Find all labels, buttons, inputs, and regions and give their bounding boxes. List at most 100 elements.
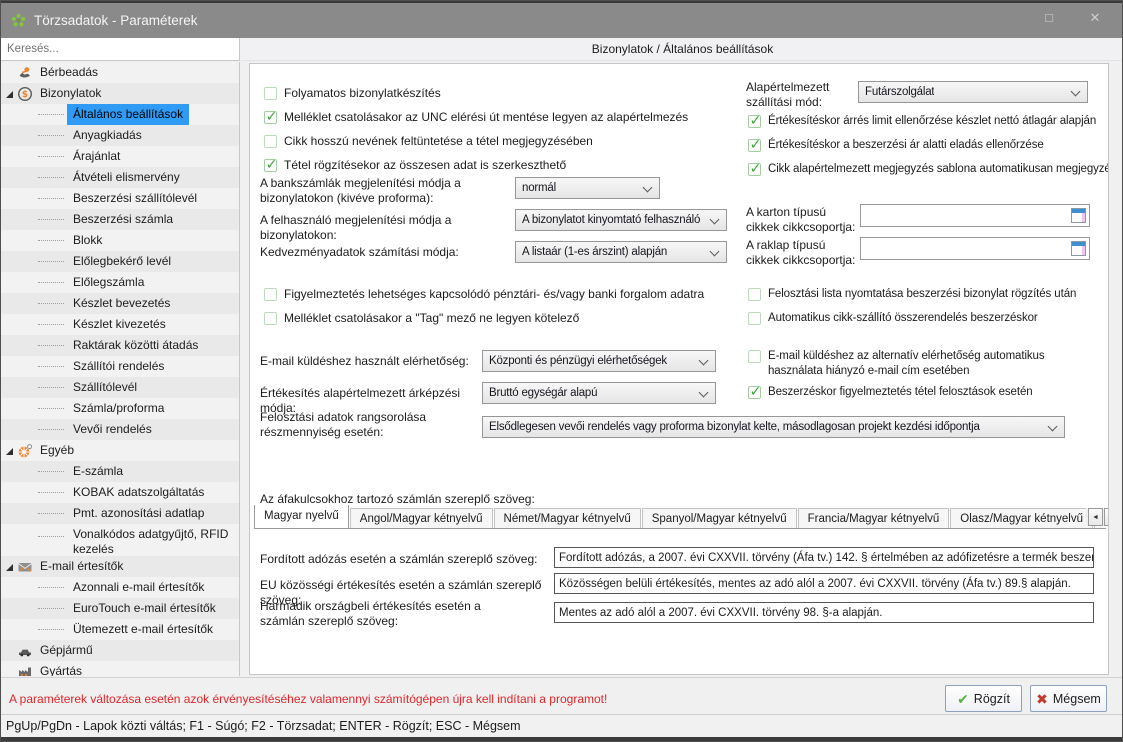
sidebar-item-egyeb[interactable]: Egyéb bbox=[1, 440, 239, 461]
tree-leader bbox=[38, 177, 64, 178]
email-contact-label: E-mail küldéshez használt elérhetőség: bbox=[260, 354, 490, 369]
check-icon: ✓ bbox=[750, 163, 762, 173]
pricing-mode-select[interactable]: Bruttó egységár alapú bbox=[482, 382, 716, 404]
sidebar-item-gepjarmu[interactable]: Gépjármű bbox=[1, 640, 239, 661]
select-value: Bruttó egységár alapú bbox=[489, 387, 597, 399]
checkbox-cikk-megjegyzes-sablon[interactable]: ✓ Cikk alapértelmezett megjegyzés sablon… bbox=[748, 162, 1109, 177]
footer-separator bbox=[1, 677, 1122, 678]
tree-leader bbox=[38, 629, 64, 630]
tab-angol-magyar[interactable]: Angol/Magyar kétnyelvű bbox=[350, 508, 493, 528]
checkbox-email-alternativ[interactable]: ✓ E-mail küldéshez az alternatív elérhet… bbox=[748, 349, 1086, 379]
sidebar-item-atveteli-elismerveny[interactable]: Átvételi elismervény bbox=[1, 167, 239, 188]
sidebar-item-utemezett-email[interactable]: Ütemezett e-mail értesítők bbox=[1, 619, 239, 640]
sidebar-item-bizonylatok[interactable]: $ Bizonylatok bbox=[1, 83, 239, 104]
sidebar-item-szallitolevel[interactable]: Szállítólevél bbox=[1, 377, 239, 398]
car-icon bbox=[17, 643, 35, 666]
bank-mode-label: A bankszámlák megjelenítési módja a bizo… bbox=[260, 176, 512, 206]
expander-icon[interactable] bbox=[6, 91, 13, 98]
sidebar-item-azonnali-email[interactable]: Azonnali e-mail értesítők bbox=[1, 577, 239, 598]
tab-magyar-nyelvu[interactable]: Magyar nyelvű bbox=[254, 505, 349, 528]
checkbox-tag-mezo[interactable]: ✓ Melléklet csatolásakor a "Tag" mező ne… bbox=[264, 311, 579, 326]
select-value: A bizonylatot kinyomtató felhasználó bbox=[522, 214, 700, 226]
checkbox-felosztasi-lista[interactable]: ✓ Felosztási lista nyomtatása beszerzési… bbox=[748, 287, 1076, 302]
sidebar-item-eurotouch-email[interactable]: EuroTouch e-mail értesítők bbox=[1, 598, 239, 619]
sidebar-item-arajanlat[interactable]: Árajánlat bbox=[1, 146, 239, 167]
checkbox-cikk-hosszu-nev[interactable]: ✓ Cikk hosszú nevének feltüntetése a tét… bbox=[264, 134, 593, 149]
sidebar-item-email-ertesitok[interactable]: E-mail értesítők bbox=[1, 556, 239, 577]
sidebar-item-elolegszamla[interactable]: Előlegszámla bbox=[1, 272, 239, 293]
reverse-vat-field[interactable]: Fordított adózás, a 2007. évi CXXVII. tö… bbox=[554, 547, 1094, 568]
checkbox-tetel-rogzites[interactable]: ✓ Tétel rögzítésekor az összesen adat is… bbox=[264, 158, 566, 173]
sidebar-item-szallitoi-rendeles[interactable]: Szállítói rendelés bbox=[1, 356, 239, 377]
third-country-field[interactable]: Mentes az adó alól a 2007. évi CXXVII. t… bbox=[554, 602, 1094, 623]
lookup-form-icon[interactable] bbox=[1071, 241, 1086, 256]
checkbox-melleklet-unc[interactable]: ✓ Melléklet csatolásakor az UNC elérési … bbox=[264, 110, 688, 125]
cancel-button[interactable]: ✖ Mégsem bbox=[1030, 685, 1107, 712]
sidebar-item-label: Általános beállítások bbox=[67, 104, 189, 125]
user-mode-select[interactable]: A bizonylatot kinyomtató felhasználó bbox=[515, 209, 727, 231]
expander-icon[interactable] bbox=[6, 448, 13, 455]
tree-leader bbox=[38, 429, 64, 430]
sidebar-item-beszerzesi-szallitolevel[interactable]: Beszerzési szállítólevél bbox=[1, 188, 239, 209]
tab-scroll-arrows: ◄ ► bbox=[1086, 508, 1109, 526]
chevron-down-icon bbox=[1048, 422, 1058, 432]
discount-mode-select[interactable]: A listaár (1-es árszint) alapján bbox=[515, 241, 727, 263]
sidebar-item-blokk[interactable]: Blokk bbox=[1, 230, 239, 251]
tree-leader bbox=[38, 366, 64, 367]
sidebar-item-keszlet-bevezetes[interactable]: Készlet bevezetés bbox=[1, 293, 239, 314]
checkbox-beszerzesi-ar-alatti[interactable]: ✓ Értékesítéskor a beszerzési ár alatti … bbox=[748, 138, 1044, 153]
sidebar-item-kobak-adatszolgaltatas[interactable]: KOBAK adatszolgáltatás bbox=[1, 482, 239, 503]
close-button[interactable]: ✕ bbox=[1084, 10, 1106, 26]
sidebar-item-label: EuroTouch e-mail értesítők bbox=[67, 598, 222, 619]
sidebar-item-pmt-azonositasi-adatlap[interactable]: Pmt. azonosítási adatlap bbox=[1, 503, 239, 524]
checkbox-automatikus-cikk-szallito[interactable]: ✓ Automatikus cikk-szállító összerendelé… bbox=[748, 311, 1038, 326]
checkbox-figyelmeztetes-forgalom[interactable]: ✓ Figyelmeztetés lehetséges kapcsolódó p… bbox=[264, 287, 704, 302]
tree-leader bbox=[38, 198, 64, 199]
bank-mode-select[interactable]: normál bbox=[515, 177, 660, 199]
tab-scroll-left-button[interactable]: ◄ bbox=[1088, 508, 1103, 526]
checkbox-label: Automatikus cikk-szállító összerendelés … bbox=[768, 311, 1038, 326]
sidebar-item-szamla-proforma[interactable]: Számla/proforma bbox=[1, 398, 239, 419]
checkbox-label: Tétel rögzítésekor az összesen adat is s… bbox=[284, 158, 566, 173]
eu-sale-field[interactable]: Közösségen belüli értékesítés, mentes az… bbox=[554, 573, 1094, 594]
check-icon: ✓ bbox=[750, 386, 762, 396]
sidebar-item-elolegbekero-level[interactable]: Előlegbekérő levél bbox=[1, 251, 239, 272]
maximize-button[interactable]: □ bbox=[1038, 10, 1060, 25]
sidebar-item-anyagkiadas[interactable]: Anyagkiadás bbox=[1, 125, 239, 146]
tab-olasz-magyar[interactable]: Olasz/Magyar kétnyelvű bbox=[950, 508, 1093, 528]
shipping-mode-select[interactable]: Futárszolgálat bbox=[858, 81, 1088, 103]
checkbox-label: Értékesítéskor árrés limit ellenőrzése k… bbox=[768, 114, 1096, 129]
sidebar-item-berbeadas[interactable]: Bérbeadás bbox=[1, 62, 239, 83]
checkbox-beszerzeskor-figyelmeztetes[interactable]: ✓ Beszerzéskor figyelmeztetés tétel felo… bbox=[748, 385, 1033, 400]
tab-spanyol-magyar[interactable]: Spanyol/Magyar kétnyelvű bbox=[642, 508, 797, 528]
sidebar-item-raktarak-kozotti-atadas[interactable]: Raktárak közötti átadás bbox=[1, 335, 239, 356]
checkbox-folyamatos-bizonylatkeszites[interactable]: ✓ Folyamatos bizonylatkészítés bbox=[264, 86, 441, 101]
email-contact-select[interactable]: Központi és pénzügyi elérhetőségek bbox=[482, 350, 716, 372]
checkbox-box: ✓ bbox=[748, 288, 761, 301]
sidebar-item-label: Gépjármű bbox=[35, 640, 93, 661]
karton-group-label: A karton típusú cikkek cikkcsoportja: bbox=[746, 205, 861, 235]
status-bar: PgUp/PgDn - Lapok közti váltás; F1 - Súg… bbox=[1, 714, 1122, 737]
sidebar-item-vevoi-rendeles[interactable]: Vevői rendelés bbox=[1, 419, 239, 440]
allocation-ranking-select[interactable]: Elsődlegesen vevői rendelés vagy proform… bbox=[482, 416, 1065, 438]
sidebar-item-beszerzesi-szamla[interactable]: Beszerzési számla bbox=[1, 209, 239, 230]
sidebar-item-vonalkodos-adatgyujto[interactable]: Vonalkódos adatgyűjtő, RFID kezelés bbox=[1, 524, 239, 556]
lookup-form-icon[interactable] bbox=[1071, 208, 1086, 223]
checkbox-label: E-mail küldéshez az alternatív elérhetős… bbox=[768, 349, 1086, 379]
tree-leader bbox=[38, 114, 64, 115]
tab-francia-magyar[interactable]: Francia/Magyar kétnyelvű bbox=[798, 508, 950, 528]
tree-leader bbox=[38, 471, 64, 472]
karton-group-field[interactable] bbox=[860, 204, 1090, 227]
sidebar-item-altalanos-beallitasok[interactable]: Általános beállítások bbox=[1, 104, 239, 125]
expander-icon[interactable] bbox=[6, 564, 13, 571]
tab-scroll-right-button[interactable]: ► bbox=[1104, 508, 1109, 526]
sidebar-item-gyartas[interactable]: Gyártás bbox=[1, 661, 239, 676]
raklap-group-label: A raklap típusú cikkek cikkcsoportja: bbox=[746, 238, 861, 268]
save-button[interactable]: ✔ Rögzít bbox=[945, 685, 1022, 712]
checkbox-arres-limit[interactable]: ✓ Értékesítéskor árrés limit ellenőrzése… bbox=[748, 114, 1096, 129]
sidebar-item-e-szamla[interactable]: E-számla bbox=[1, 461, 239, 482]
sidebar-item-keszlet-kivezetes[interactable]: Készlet kivezetés bbox=[1, 314, 239, 335]
tab-nemet-magyar[interactable]: Német/Magyar kétnyelvű bbox=[494, 508, 641, 528]
search-input[interactable] bbox=[1, 38, 239, 60]
raklap-group-field[interactable] bbox=[860, 237, 1090, 260]
